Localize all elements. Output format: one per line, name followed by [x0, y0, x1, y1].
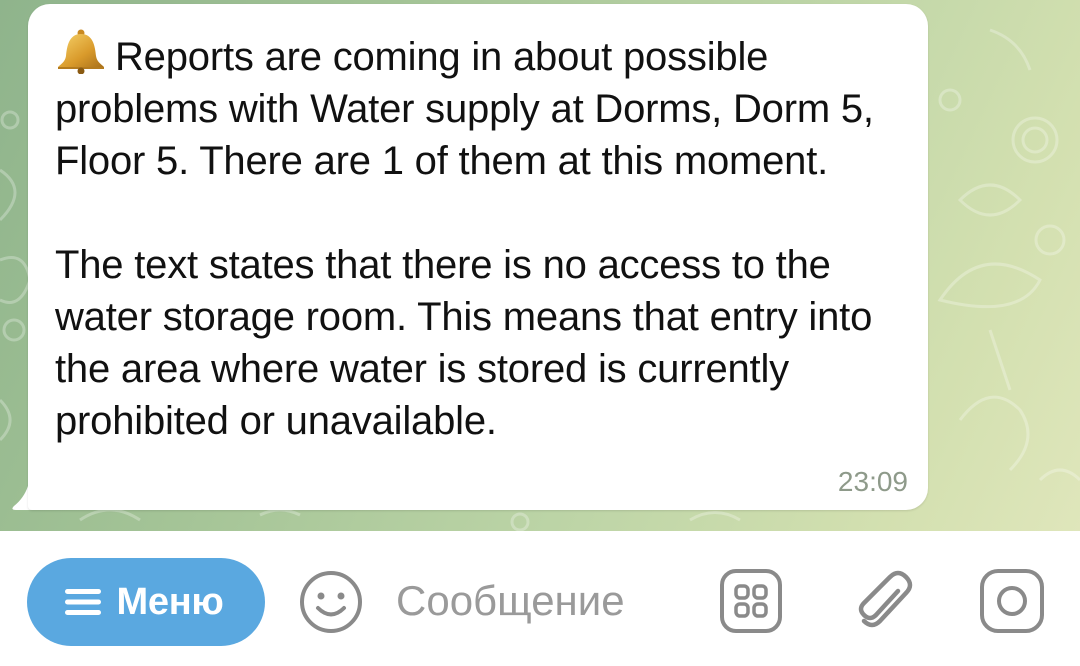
bot-commands-icon[interactable]: [718, 567, 784, 635]
paperclip-icon[interactable]: [846, 565, 920, 639]
message-bubble[interactable]: Reports are coming in about possible pro…: [28, 4, 928, 510]
message-paragraph-1-text: Reports are coming in about possible pro…: [55, 35, 874, 183]
message-paragraph-2: The text states that there is no access …: [55, 243, 873, 443]
bell-icon: [58, 29, 104, 74]
message-timestamp: 23:09: [837, 466, 908, 497]
menu-button[interactable]: Меню: [27, 558, 265, 646]
message-input-bar: Меню: [0, 531, 1080, 666]
burger-menu-icon: [64, 589, 101, 615]
menu-button-label: Меню: [116, 580, 224, 623]
message-input[interactable]: [396, 571, 696, 631]
telegram-chat-screen: Reports are coming in about possible pro…: [0, 0, 1080, 666]
message-text: Reports are coming in about possible pro…: [55, 28, 905, 447]
camera-icon[interactable]: [978, 567, 1046, 635]
smile-icon[interactable]: [298, 569, 364, 635]
chat-message-area[interactable]: Reports are coming in about possible pro…: [0, 0, 1080, 531]
message-paragraph-1: Reports are coming in about possible pro…: [55, 28, 905, 187]
